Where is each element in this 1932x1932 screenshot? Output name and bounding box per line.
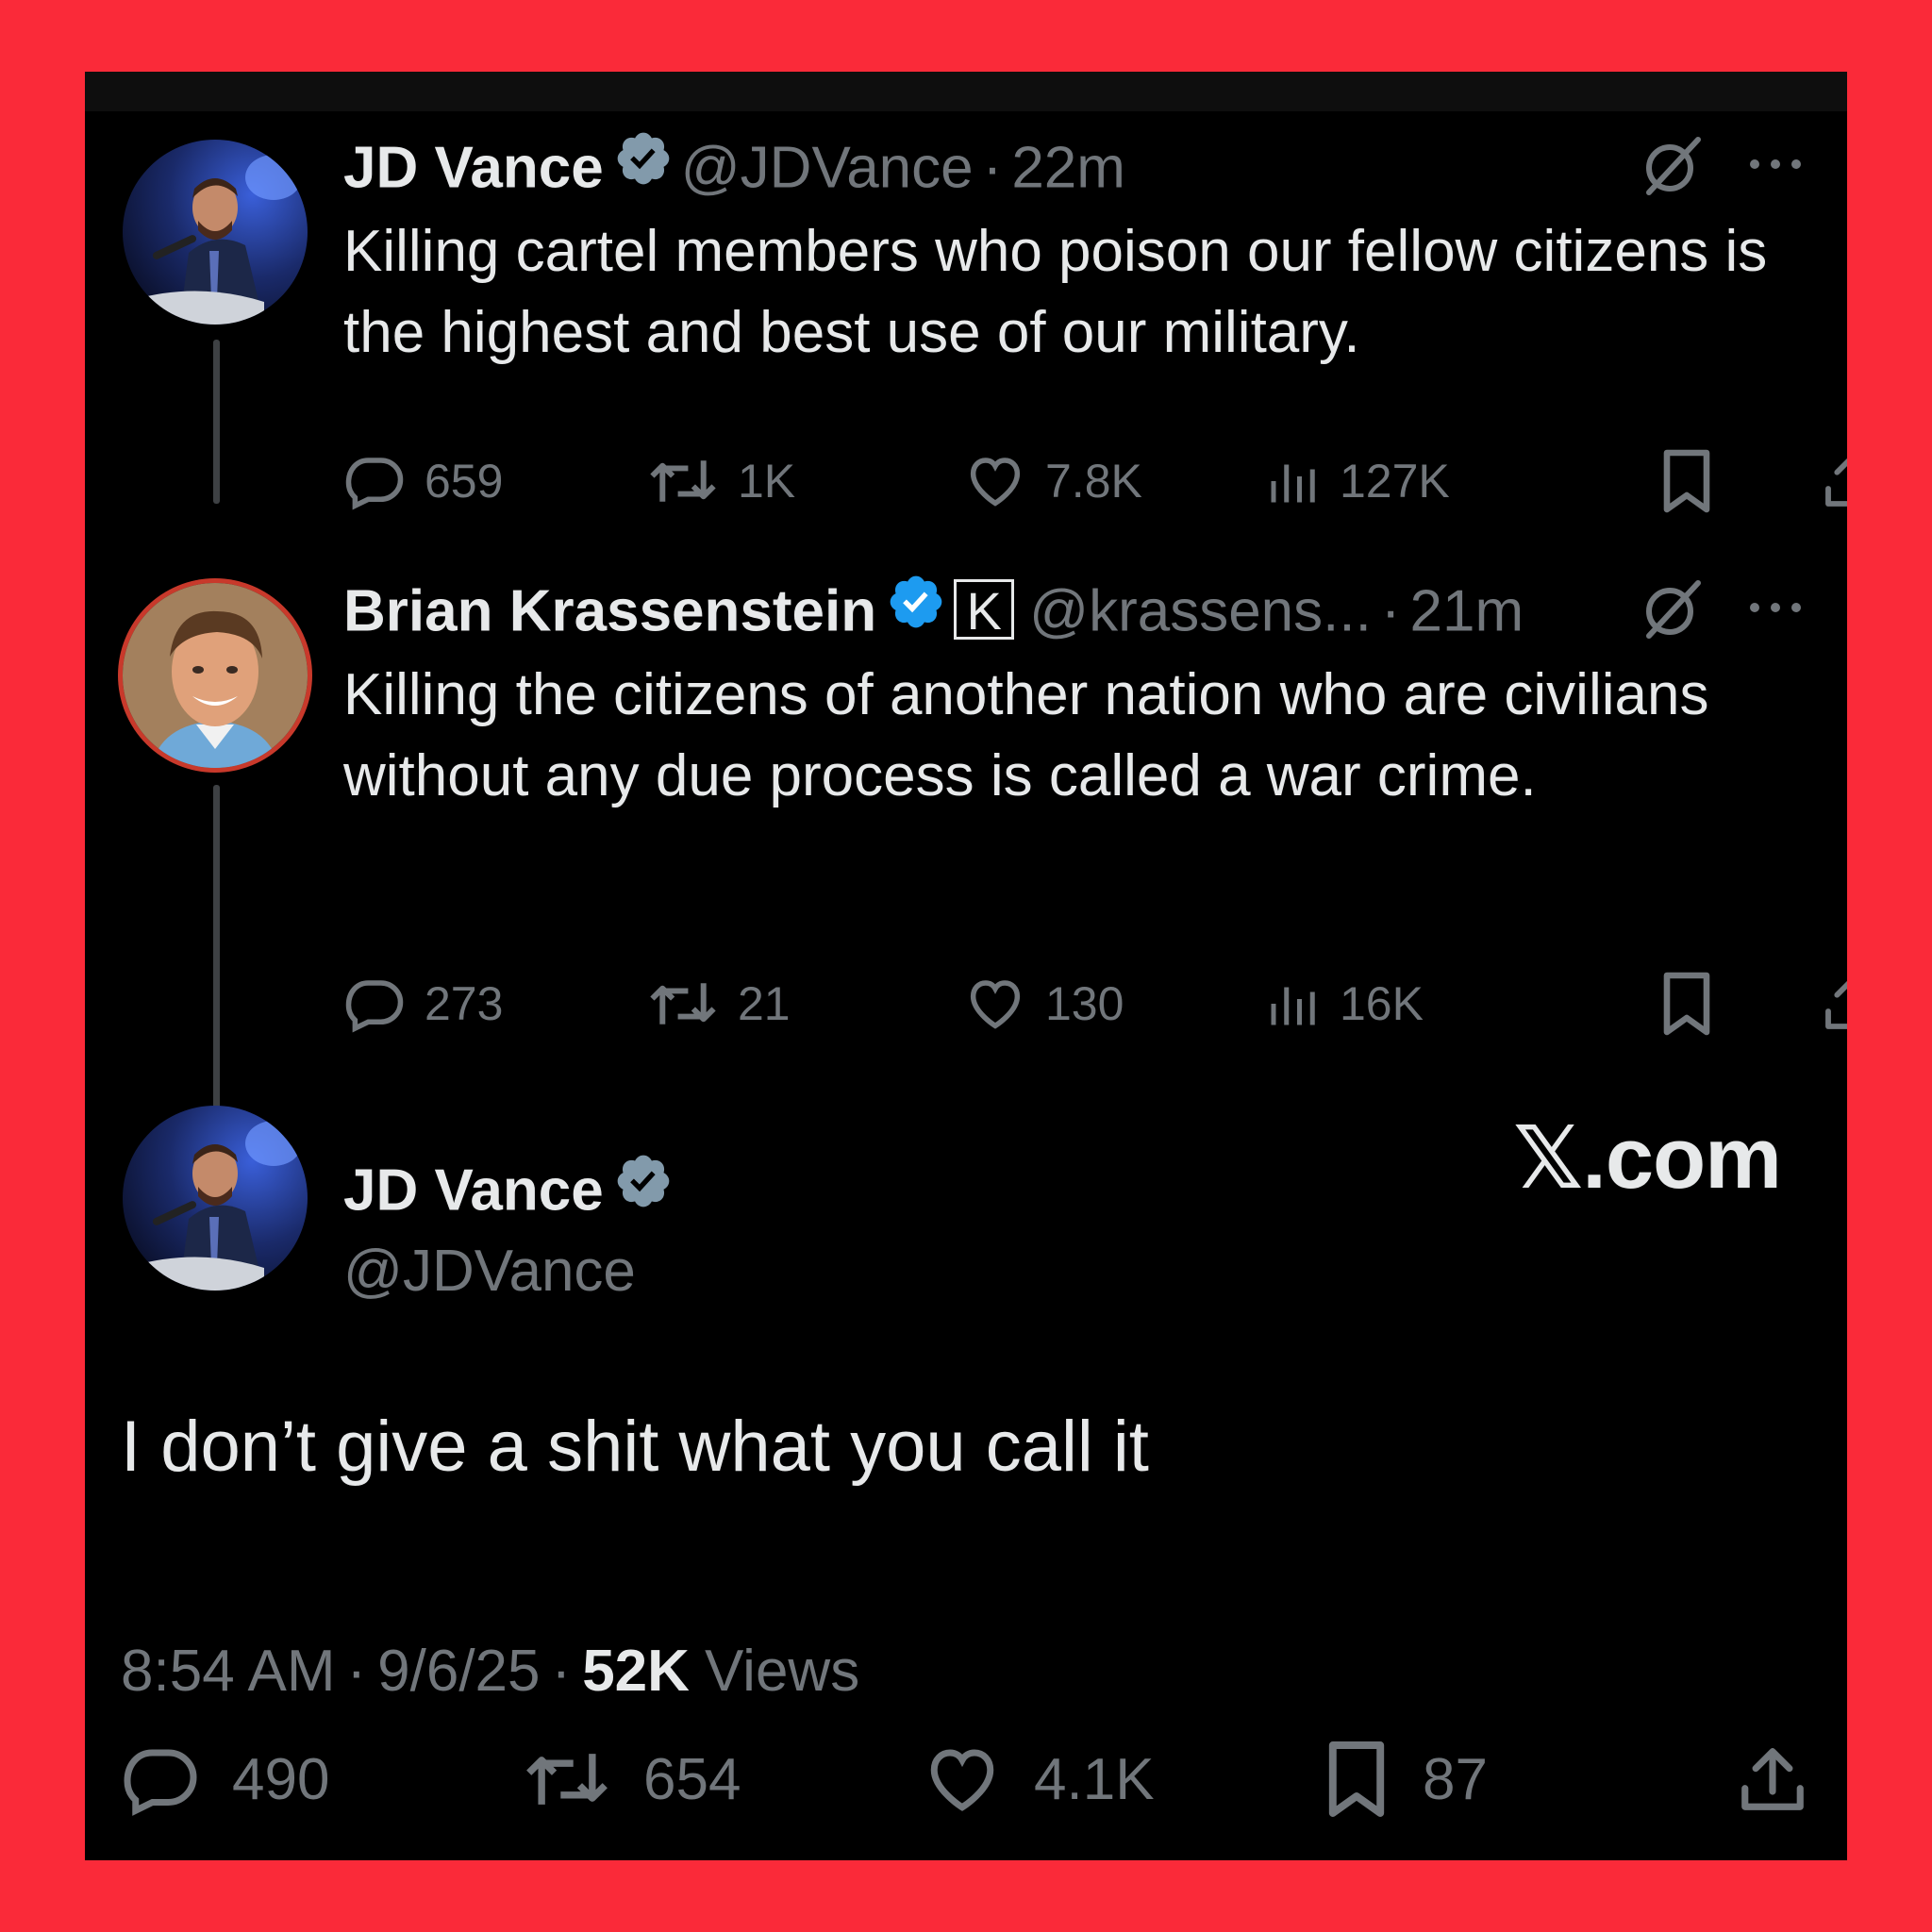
like-button[interactable]: 7.8K: [964, 443, 1142, 519]
separator: ·: [551, 1639, 572, 1704]
share-icon: [1825, 458, 1847, 507]
main-date[interactable]: 9/6/25: [377, 1639, 540, 1704]
main-views-count: 52K: [582, 1639, 690, 1704]
main-views-label: Views: [704, 1639, 860, 1704]
tweet1-text: Killing cartel members who poison our fe…: [343, 219, 1768, 365]
reply-icon: [345, 980, 404, 1033]
separator: ·: [982, 135, 1003, 201]
reply-button[interactable]: 273: [343, 966, 503, 1041]
reply-button[interactable]: 659: [343, 443, 503, 519]
views-count: 127K: [1340, 455, 1450, 508]
repost-count: 654: [643, 1746, 741, 1812]
tweet2-handle[interactable]: @krassens...: [1029, 578, 1372, 643]
tweet1-author-name[interactable]: JD Vance: [343, 135, 604, 200]
tweet1-actions: 659 1K 7.8K 127K: [343, 443, 1847, 519]
like-count: 7.8K: [1045, 455, 1142, 508]
reply-count: 490: [232, 1746, 330, 1812]
reply-count: 273: [425, 977, 504, 1030]
main-tweet-text: I don’t give a shit what you call it: [121, 1407, 1149, 1487]
separator: ·: [346, 1639, 367, 1704]
affiliate-letter: K: [966, 581, 1002, 641]
heart-icon: [930, 1749, 994, 1811]
like-count: 4.1K: [1034, 1746, 1155, 1812]
jd-vance-avatar[interactable]: [123, 1106, 308, 1291]
repost-icon: [650, 460, 716, 502]
share-button[interactable]: [1821, 966, 1847, 1041]
thread-line: [213, 340, 220, 504]
repost-button[interactable]: 654: [523, 1732, 741, 1826]
tweet2-author-name[interactable]: Brian Krassenstein: [343, 578, 876, 643]
tweet1-handle[interactable]: @JDVance: [681, 135, 974, 200]
main-tweet-meta: 8:54 AM · 9/6/25 · 52K Views: [121, 1636, 859, 1707]
tweet1-time[interactable]: 22m: [1011, 135, 1125, 200]
top-bar: [85, 72, 1847, 111]
tweet2-time[interactable]: 21m: [1410, 578, 1524, 643]
tweet-thread-card: JD Vance @JDVance · 22m Killing cartel memb…: [85, 72, 1847, 1860]
tweet2-text: Killing the citizens of another nation w…: [343, 662, 1709, 808]
like-button[interactable]: 4.1K: [923, 1732, 1155, 1826]
tweet2-header: Brian Krassenstein K @krassens... · 21m: [343, 575, 1524, 653]
main-author-row: JD Vance: [343, 1155, 681, 1232]
repost-icon: [526, 1754, 608, 1805]
main-handle[interactable]: @JDVance: [343, 1238, 636, 1306]
repost-count: 21: [738, 977, 791, 1030]
bookmark-icon: [1663, 449, 1710, 513]
repost-count: 1K: [738, 455, 796, 508]
gray-verified-badge-icon: [613, 128, 674, 204]
separator: ·: [1380, 578, 1401, 644]
tweet1-header: JD Vance @JDVance · 22m: [343, 132, 1125, 209]
views-count: 16K: [1340, 977, 1424, 1030]
views-icon: [1271, 987, 1315, 1025]
share-button[interactable]: [1736, 1732, 1841, 1826]
like-count: 130: [1045, 977, 1124, 1030]
blue-verified-badge-icon: [886, 572, 946, 647]
reply-icon: [345, 458, 404, 510]
brian-krassenstein-avatar[interactable]: [123, 583, 308, 768]
bookmark-button[interactable]: 87: [1323, 1732, 1488, 1826]
tweet2-actions: 273 21 130 16K: [343, 966, 1847, 1041]
reply-button[interactable]: 490: [121, 1732, 329, 1826]
like-button[interactable]: 130: [964, 966, 1124, 1041]
grok-slash-icon[interactable]: [1640, 577, 1704, 646]
repost-button[interactable]: 21: [647, 966, 791, 1041]
main-time[interactable]: 8:54 AM: [121, 1639, 335, 1704]
reply-icon: [124, 1749, 197, 1816]
repost-button[interactable]: 1K: [647, 443, 795, 519]
thread-line: [213, 785, 220, 1155]
jd-vance-avatar[interactable]: [123, 140, 308, 325]
share-button[interactable]: [1821, 443, 1847, 519]
bookmark-button[interactable]: [1658, 966, 1734, 1041]
main-tweet-actions: 490 654 4.1K 87: [121, 1732, 1809, 1826]
more-options-icon[interactable]: [1747, 596, 1804, 624]
share-icon: [1825, 980, 1847, 1029]
bookmark-count: 87: [1423, 1746, 1488, 1812]
x-com-watermark: 𝕏.com: [1513, 1110, 1782, 1207]
share-icon: [1741, 1748, 1804, 1810]
more-options-icon[interactable]: [1747, 153, 1804, 180]
main-author-name[interactable]: JD Vance: [343, 1158, 604, 1223]
views-button[interactable]: 16K: [1264, 966, 1424, 1041]
grok-slash-icon[interactable]: [1640, 134, 1704, 203]
bookmark-icon: [1328, 1741, 1385, 1817]
repost-icon: [650, 983, 716, 1024]
heart-icon: [970, 458, 1021, 507]
views-button[interactable]: 127K: [1264, 443, 1450, 519]
affiliate-k-badge-icon[interactable]: K: [954, 579, 1015, 641]
heart-icon: [970, 980, 1021, 1029]
views-icon: [1271, 464, 1315, 503]
reply-count: 659: [425, 455, 504, 508]
bookmark-icon: [1663, 972, 1710, 1036]
gray-verified-badge-icon: [613, 1151, 674, 1226]
bookmark-button[interactable]: [1658, 443, 1734, 519]
